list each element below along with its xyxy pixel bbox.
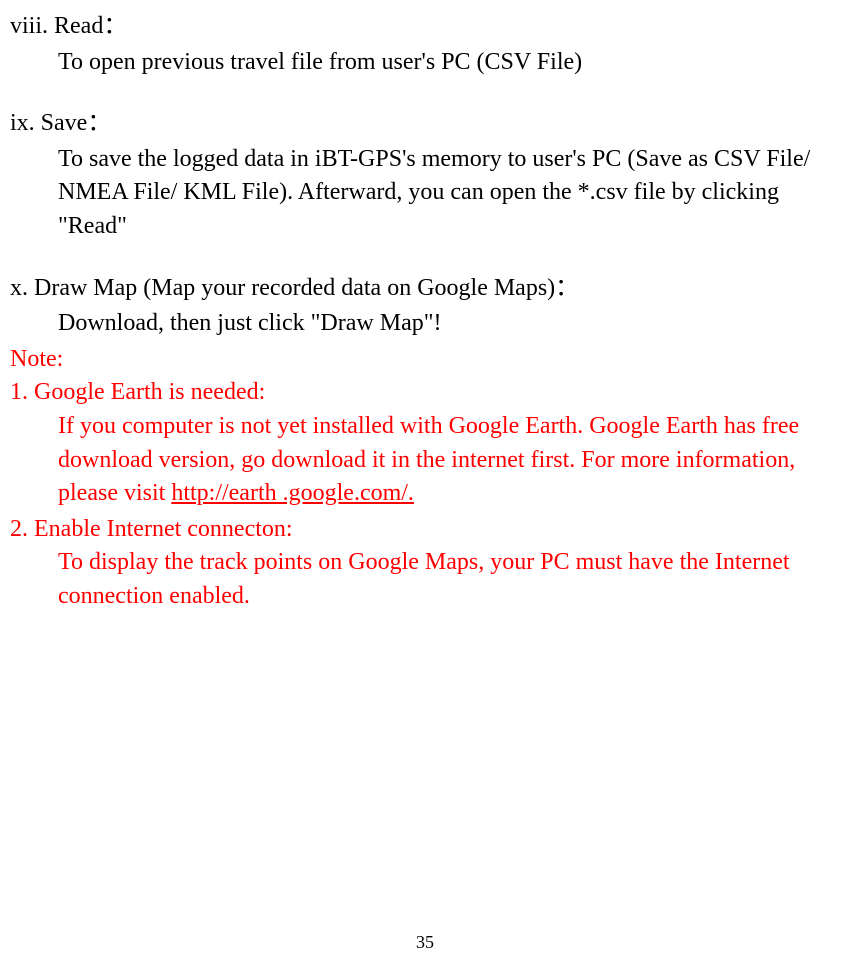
section-ix-body: To save the logged data in iBT-GPS's mem… xyxy=(58,143,840,244)
note-item-1-body: If you computer is not yet installed wit… xyxy=(58,410,840,511)
note-item-2-heading: 2. Enable Internet connecton: xyxy=(10,513,840,547)
section-x-body: Download, then just click "Draw Map"! xyxy=(58,307,840,341)
note-label: Note: xyxy=(10,343,840,377)
section-ix: ix. Save： To save the logged data in iBT… xyxy=(10,107,840,243)
section-ix-heading: ix. Save： xyxy=(10,107,840,141)
note-item-2: 2. Enable Internet connecton: To display… xyxy=(10,513,840,614)
section-viii-body: To open previous travel file from user's… xyxy=(58,46,840,80)
section-viii: viii. Read： To open previous travel file… xyxy=(10,10,840,79)
note-item-2-body: To display the track points on Google Ma… xyxy=(58,546,840,613)
page-number: 35 xyxy=(0,930,850,955)
note-block: Note: 1. Google Earth is needed: If you … xyxy=(10,343,840,614)
section-x-heading: x. Draw Map (Map your recorded data on G… xyxy=(10,272,840,306)
note-item-1-heading: 1. Google Earth is needed: xyxy=(10,376,840,410)
section-viii-heading: viii. Read： xyxy=(10,10,840,44)
section-x: x. Draw Map (Map your recorded data on G… xyxy=(10,272,840,341)
note-item-1: 1. Google Earth is needed: If you comput… xyxy=(10,376,840,510)
note-item-1-body-pre: If you computer is not yet installed wit… xyxy=(58,413,799,506)
note-item-1-link[interactable]: http://earth .google.com/. xyxy=(171,480,414,506)
